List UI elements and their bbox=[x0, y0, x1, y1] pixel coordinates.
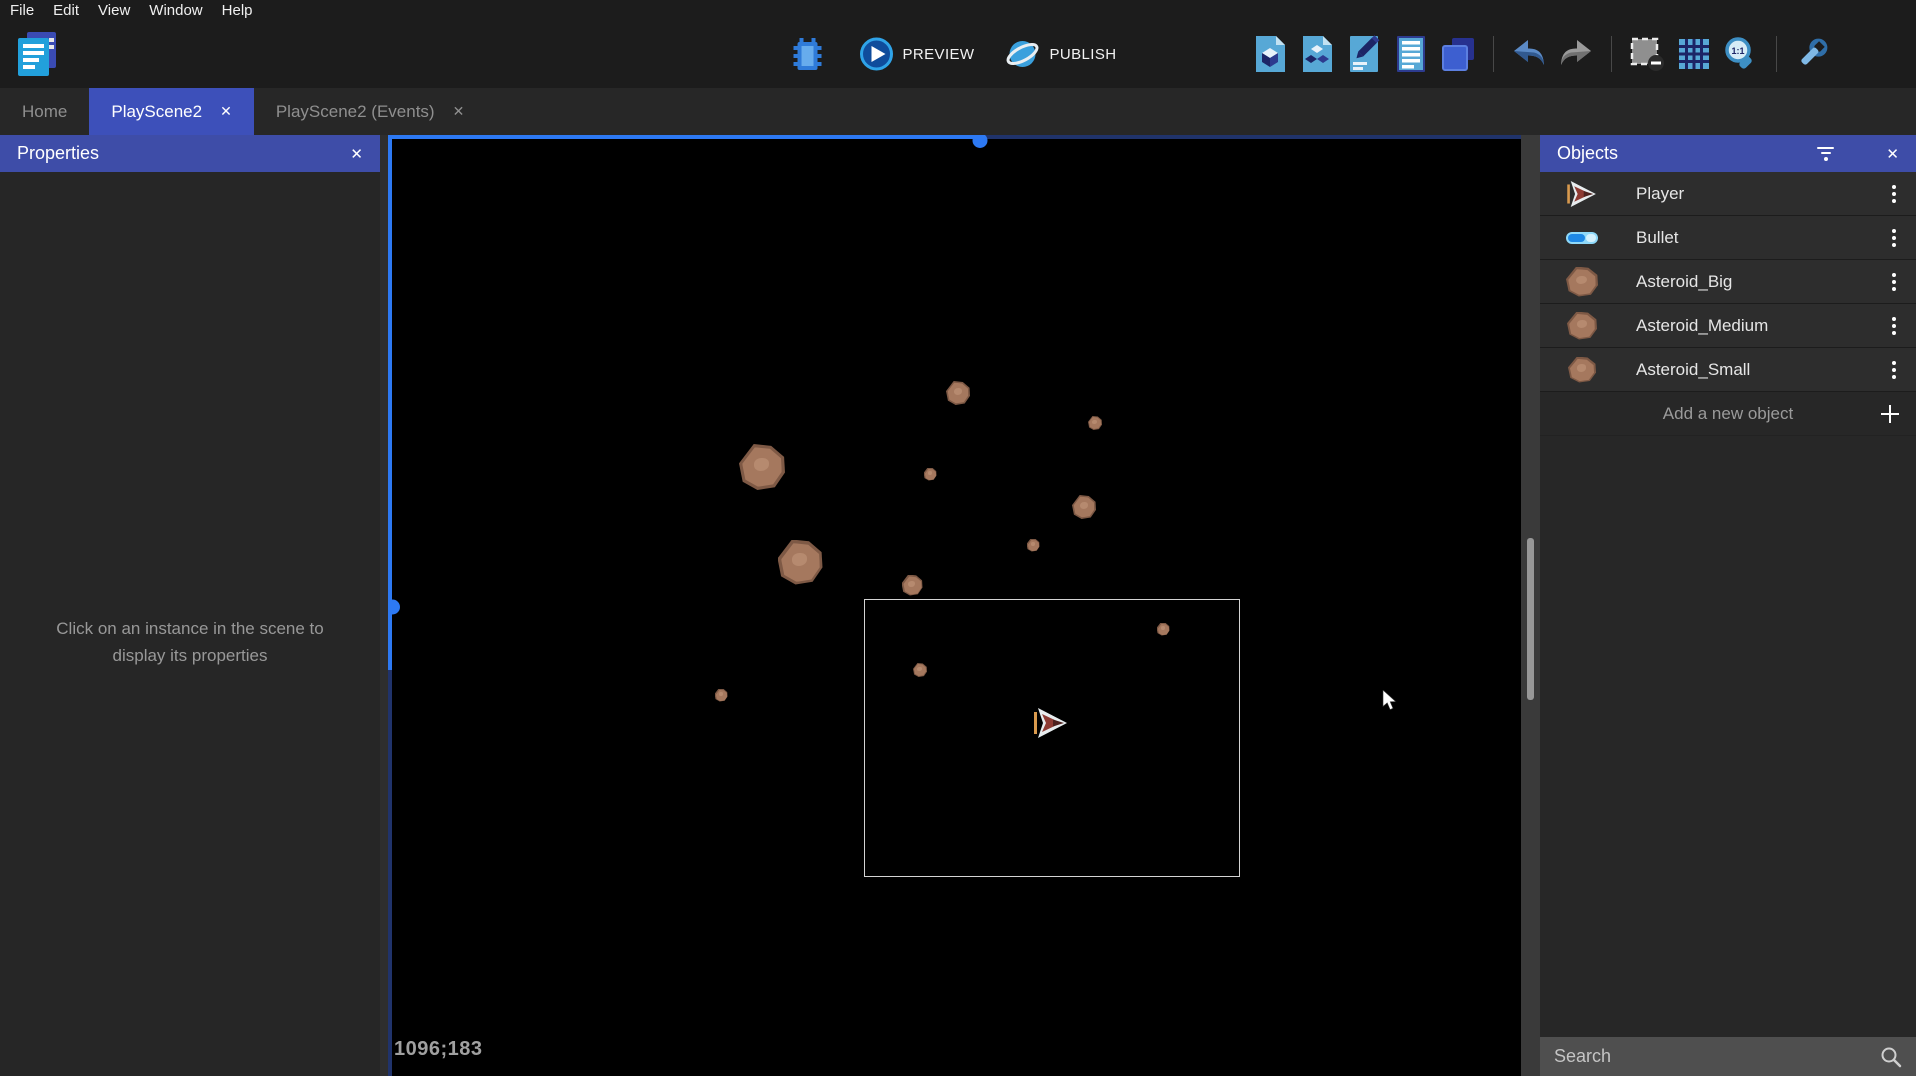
tab-playscene2[interactable]: PlayScene2 ✕ bbox=[89, 88, 253, 135]
menu-help[interactable]: Help bbox=[222, 2, 253, 19]
menu-file[interactable]: File bbox=[10, 2, 34, 19]
h-scroll-thumb[interactable] bbox=[973, 135, 988, 148]
publish-label: PUBLISH bbox=[1049, 46, 1116, 63]
toolbar-separator bbox=[1776, 36, 1777, 72]
add-object-row[interactable]: Add a new object bbox=[1540, 392, 1916, 436]
player-ship-icon bbox=[1564, 177, 1600, 211]
asteroid-icon bbox=[1564, 309, 1600, 343]
v-scroll-filled bbox=[388, 135, 392, 670]
object-row-bullet[interactable]: Bullet bbox=[1540, 216, 1916, 260]
tab-playscene2-events[interactable]: PlayScene2 (Events) ✕ bbox=[254, 88, 486, 135]
publish-button[interactable]: PUBLISH bbox=[994, 32, 1126, 76]
asteroid-instance-small[interactable] bbox=[715, 689, 728, 702]
zoom-1-1-icon[interactable]: 1:1 bbox=[1723, 35, 1759, 73]
asteroid-instance-small[interactable] bbox=[913, 663, 927, 677]
cursor-coordinates: 1096;183 bbox=[394, 1038, 483, 1061]
wrench-icon[interactable] bbox=[1794, 35, 1830, 73]
layers-icon[interactable] bbox=[1440, 35, 1476, 73]
v-scroll-thumb[interactable] bbox=[388, 600, 400, 615]
properties-panel: Properties ✕ Click on an instance in the… bbox=[0, 135, 380, 1076]
object-row-asteroid-medium[interactable]: Asteroid_Medium bbox=[1540, 304, 1916, 348]
publish-globe-icon bbox=[1004, 36, 1040, 72]
asteroid-instance-big[interactable] bbox=[778, 540, 823, 585]
main-toolbar: PREVIEW PUBLISH bbox=[0, 20, 1916, 88]
grid-icon[interactable] bbox=[1676, 35, 1712, 73]
preview-label: PREVIEW bbox=[903, 46, 975, 63]
close-tab-icon[interactable]: ✕ bbox=[220, 103, 232, 120]
objects-panel-title: Objects bbox=[1557, 143, 1618, 164]
selection-mask-icon[interactable] bbox=[1629, 35, 1665, 73]
close-tab-icon[interactable]: ✕ bbox=[453, 103, 465, 120]
menu-view[interactable]: View bbox=[98, 2, 130, 19]
project-manager-icon[interactable] bbox=[14, 29, 62, 79]
asteroid-instance-medium[interactable] bbox=[1072, 495, 1096, 519]
scene-canvas[interactable]: 1096;183 bbox=[388, 135, 1521, 1076]
h-scroll-filled bbox=[388, 135, 980, 139]
search-input[interactable] bbox=[1554, 1046, 1880, 1067]
object-row-asteroid-big[interactable]: Asteroid_Big bbox=[1540, 260, 1916, 304]
asteroid-icon bbox=[1564, 353, 1600, 387]
scene-properties-icon[interactable] bbox=[1346, 35, 1382, 73]
close-panel-icon[interactable]: ✕ bbox=[1886, 145, 1899, 163]
object-menu-icon[interactable] bbox=[1888, 357, 1900, 383]
object-groups-icon[interactable] bbox=[1299, 35, 1335, 73]
asteroid-instance-medium[interactable] bbox=[946, 381, 970, 405]
undo-icon[interactable] bbox=[1511, 35, 1547, 73]
camera-border bbox=[864, 599, 1240, 877]
vertical-scrollbar[interactable] bbox=[388, 135, 392, 1076]
mouse-cursor bbox=[1382, 690, 1402, 712]
asteroid-instance-small[interactable] bbox=[1157, 623, 1170, 636]
asteroid-instance-big[interactable] bbox=[739, 444, 785, 490]
toolbar-separator bbox=[1493, 36, 1494, 72]
asteroid-instance-small[interactable] bbox=[1088, 416, 1102, 430]
close-panel-icon[interactable]: ✕ bbox=[350, 145, 363, 163]
object-row-asteroid-small[interactable]: Asteroid_Small bbox=[1540, 348, 1916, 392]
horizontal-scrollbar[interactable] bbox=[388, 135, 1521, 139]
object-menu-icon[interactable] bbox=[1888, 225, 1900, 251]
properties-panel-header: Properties ✕ bbox=[0, 135, 380, 172]
menu-window[interactable]: Window bbox=[149, 2, 202, 19]
canvas-right-scroll-thumb[interactable] bbox=[1527, 538, 1534, 700]
menu-bar: File Edit View Window Help bbox=[0, 0, 1916, 20]
properties-empty-message: Click on an instance in the scene to dis… bbox=[10, 615, 370, 669]
player-instance[interactable] bbox=[1034, 708, 1068, 738]
objects-panel: Objects ✕ Player bbox=[1540, 135, 1916, 1076]
tab-home[interactable]: Home bbox=[0, 88, 89, 135]
debug-icon[interactable] bbox=[790, 35, 826, 73]
asteroid-instance-small[interactable] bbox=[924, 468, 937, 481]
asteroid-instance-small[interactable] bbox=[1027, 539, 1040, 552]
plus-icon[interactable] bbox=[1880, 404, 1900, 424]
canvas-right-scrollbar[interactable] bbox=[1521, 135, 1540, 1076]
search-icon[interactable] bbox=[1880, 1046, 1902, 1068]
filter-icon[interactable] bbox=[1817, 147, 1834, 161]
redo-icon[interactable] bbox=[1558, 35, 1594, 73]
object-menu-icon[interactable] bbox=[1888, 313, 1900, 339]
object-row-player[interactable]: Player bbox=[1540, 172, 1916, 216]
menu-edit[interactable]: Edit bbox=[53, 2, 79, 19]
objects-search-bar bbox=[1540, 1037, 1916, 1076]
properties-panel-title: Properties bbox=[17, 143, 99, 164]
instances-list-icon[interactable] bbox=[1393, 35, 1429, 73]
toolbar-separator bbox=[1611, 36, 1612, 72]
objects-panel-header: Objects ✕ bbox=[1540, 135, 1916, 172]
asteroid-instance-medium[interactable] bbox=[902, 575, 923, 596]
panel-divider[interactable] bbox=[380, 135, 388, 1076]
asteroid-icon bbox=[1564, 265, 1600, 299]
preview-button[interactable]: PREVIEW bbox=[850, 33, 985, 75]
preview-play-icon bbox=[860, 37, 894, 71]
editor-tab-bar: Home PlayScene2 ✕ PlayScene2 (Events) ✕ bbox=[0, 88, 1916, 135]
svg-text:1:1: 1:1 bbox=[1731, 46, 1744, 56]
bullet-icon bbox=[1564, 221, 1600, 255]
objects-panel-body bbox=[1540, 436, 1916, 1037]
objects-list-icon[interactable] bbox=[1252, 35, 1288, 73]
object-menu-icon[interactable] bbox=[1888, 269, 1900, 295]
object-menu-icon[interactable] bbox=[1888, 181, 1900, 207]
